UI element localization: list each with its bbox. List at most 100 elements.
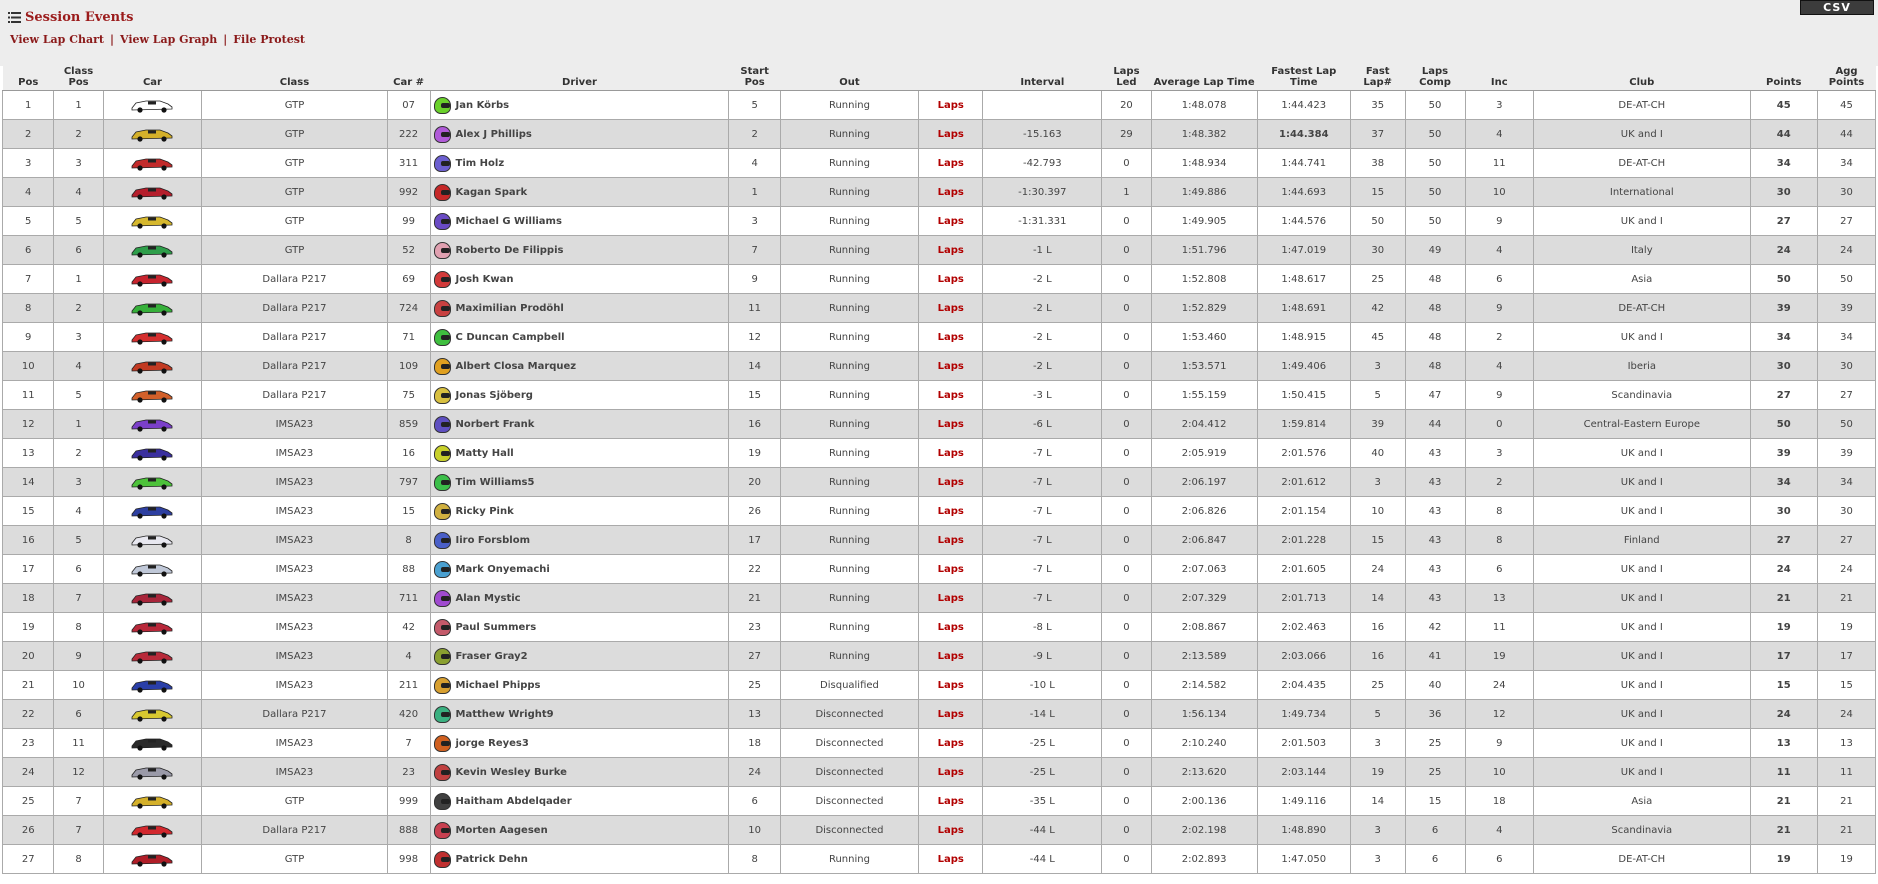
pos-cell: 21 <box>1 670 55 700</box>
laps-link[interactable]: Laps <box>938 564 964 575</box>
laps-link[interactable]: Laps <box>938 216 964 227</box>
title-row: Session Events <box>8 10 133 25</box>
driver-name[interactable]: Maximilian Prodöhl <box>456 303 564 314</box>
driver-name[interactable]: Kagan Spark <box>456 187 528 198</box>
driver-name[interactable]: Jan Körbs <box>456 100 510 111</box>
car-cell <box>102 119 203 149</box>
fast-lap-number-cell: 5 <box>1349 380 1406 410</box>
column-header-class: Class <box>201 66 388 91</box>
interval-cell: -7 L <box>982 496 1103 526</box>
helmet-icon <box>433 821 451 839</box>
laps-link[interactable]: Laps <box>938 593 964 604</box>
start-pos-cell: 18 <box>728 728 781 758</box>
pos-cell: 25 <box>1 786 55 816</box>
laps-link[interactable]: Laps <box>938 622 964 633</box>
driver-name[interactable]: Jonas Sjöberg <box>456 390 533 401</box>
driver-name[interactable]: Ricky Pink <box>456 506 514 517</box>
laps-cell: Laps <box>918 90 984 120</box>
driver-name[interactable]: Matty Hall <box>456 448 514 459</box>
laps-link[interactable]: Laps <box>938 506 964 517</box>
driver-name[interactable]: Tim Holz <box>456 158 505 169</box>
out-cell: Disqualified <box>779 670 920 700</box>
car-thumbnail-icon <box>132 332 173 345</box>
driver-name[interactable]: Paul Summers <box>456 622 537 633</box>
laps-link[interactable]: Laps <box>938 187 964 198</box>
car-thumbnail-icon <box>132 564 173 577</box>
average-lap-time-cell: 1:51.796 <box>1150 235 1258 265</box>
laps-link[interactable]: Laps <box>938 767 964 778</box>
laps-link[interactable]: Laps <box>938 796 964 807</box>
driver-name[interactable]: Iiro Forsblom <box>456 535 531 546</box>
driver-name[interactable]: Mark Onyemachi <box>456 564 550 575</box>
out-cell: Running <box>779 177 920 207</box>
table-row: 15 4 IMSA23 15 Ricky Pink 26 Running Laps -7 L02… <box>1 496 1876 526</box>
interval-cell: -1:30.397 <box>982 177 1103 207</box>
laps-link[interactable]: Laps <box>938 854 964 865</box>
driver-name[interactable]: Tim Williams5 <box>456 477 535 488</box>
driver-name[interactable]: Norbert Frank <box>456 419 535 430</box>
driver-name[interactable]: Josh Kwan <box>456 274 514 285</box>
driver-name[interactable]: Alex J Phillips <box>456 129 532 140</box>
agg-points-cell: 44 <box>1817 119 1876 149</box>
out-cell: Running <box>779 293 920 323</box>
laps-link[interactable]: Laps <box>938 419 964 430</box>
class-cell: GTP <box>201 90 388 120</box>
driver-name[interactable]: Patrick Dehn <box>456 854 528 865</box>
car-thumbnail-icon <box>132 274 173 287</box>
inc-cell: 4 <box>1464 351 1535 381</box>
points-cell: 34 <box>1749 467 1819 497</box>
laps-link[interactable]: Laps <box>938 680 964 691</box>
start-pos-cell: 11 <box>728 293 781 323</box>
view-lap-chart-link[interactable]: View Lap Chart <box>10 33 104 46</box>
car-cell <box>102 90 203 120</box>
agg-points-cell: 30 <box>1817 496 1876 526</box>
driver-name[interactable]: Michael Phipps <box>456 680 541 691</box>
driver-name[interactable]: Alan Mystic <box>456 593 521 604</box>
driver-name[interactable]: Haitham Abdelqader <box>456 796 572 807</box>
laps-link[interactable]: Laps <box>938 709 964 720</box>
car-cell <box>102 612 203 642</box>
laps-link[interactable]: Laps <box>938 332 964 343</box>
class-pos-cell: 8 <box>53 612 104 642</box>
laps-link[interactable]: Laps <box>938 274 964 285</box>
fast-lap-number-cell: 37 <box>1349 119 1406 149</box>
laps-link[interactable]: Laps <box>938 738 964 749</box>
interval-cell: -3 L <box>982 380 1103 410</box>
driver-name[interactable]: Kevin Wesley Burke <box>456 767 567 778</box>
csv-export-button[interactable]: CSV <box>1800 0 1874 15</box>
driver-name[interactable]: Roberto De Filippis <box>456 245 564 256</box>
driver-name[interactable]: Morten Aagesen <box>456 825 548 836</box>
column-header-interval: Interval <box>982 66 1102 91</box>
laps-link[interactable]: Laps <box>938 825 964 836</box>
laps-link[interactable]: Laps <box>938 390 964 401</box>
laps-link[interactable]: Laps <box>938 129 964 140</box>
laps-led-cell: 20 <box>1101 90 1152 120</box>
driver-cell: Alan Mystic <box>429 583 730 613</box>
laps-link[interactable]: Laps <box>938 651 964 662</box>
helmet-icon <box>433 734 451 752</box>
pos-cell: 17 <box>1 554 55 584</box>
laps-link[interactable]: Laps <box>938 303 964 314</box>
start-pos-cell: 13 <box>728 699 781 729</box>
laps-link[interactable]: Laps <box>938 100 964 111</box>
laps-link[interactable]: Laps <box>938 245 964 256</box>
driver-name[interactable]: Michael G Williams <box>456 216 562 227</box>
laps-link[interactable]: Laps <box>938 361 964 372</box>
driver-name[interactable]: Matthew Wright9 <box>456 709 554 720</box>
driver-name[interactable]: jorge Reyes3 <box>456 738 529 749</box>
class-cell: Dallara P217 <box>201 293 388 323</box>
points-cell: 50 <box>1749 409 1819 439</box>
driver-name[interactable]: Fraser Gray2 <box>456 651 528 662</box>
laps-link[interactable]: Laps <box>938 158 964 169</box>
car-thumbnail-icon <box>132 390 173 403</box>
driver-name[interactable]: C Duncan Campbell <box>456 332 565 343</box>
laps-link[interactable]: Laps <box>938 477 964 488</box>
laps-link[interactable]: Laps <box>938 448 964 459</box>
points-cell: 30 <box>1749 177 1819 207</box>
file-protest-link[interactable]: File Protest <box>233 33 305 46</box>
class-pos-cell: 9 <box>53 641 104 671</box>
driver-name[interactable]: Albert Closa Marquez <box>456 361 577 372</box>
laps-link[interactable]: Laps <box>938 535 964 546</box>
column-header-fastest-lap-time: Fastest Lap Time <box>1257 66 1351 91</box>
view-lap-graph-link[interactable]: View Lap Graph <box>120 33 217 46</box>
